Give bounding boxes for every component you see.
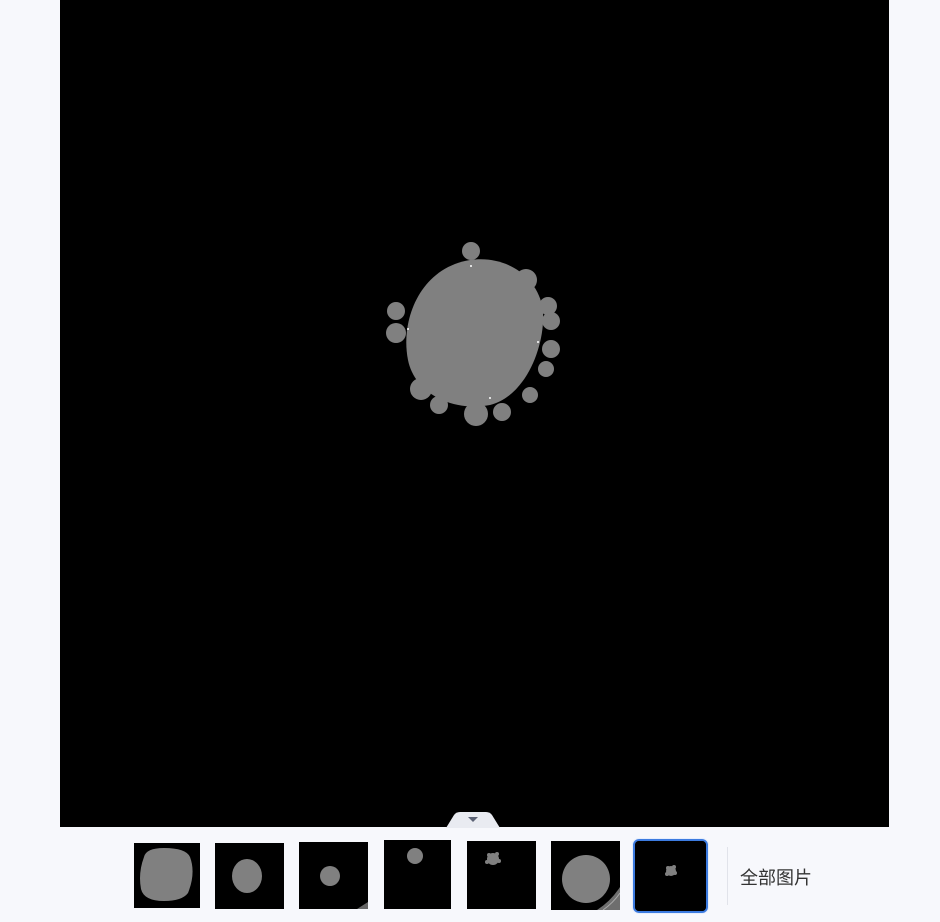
thumbnail-image — [299, 842, 368, 909]
thumbnail-image — [467, 841, 536, 909]
thumbnail-image — [215, 843, 284, 909]
thumbnail-3[interactable] — [299, 842, 368, 909]
segmentation-mask-image — [60, 0, 889, 827]
collapse-thumbnails-toggle[interactable] — [446, 812, 500, 828]
thumbnail-6[interactable] — [551, 841, 620, 910]
thumbnail-image — [384, 840, 451, 909]
thumbnail-image — [134, 843, 200, 908]
thumbnail-1[interactable] — [134, 843, 200, 908]
thumbnail-image — [551, 841, 620, 910]
thumbnail-image — [635, 841, 706, 911]
all-images-link[interactable]: 全部图片 — [740, 868, 812, 890]
thumbnail-5[interactable] — [467, 841, 536, 909]
thumbnail-7[interactable] — [633, 839, 708, 913]
divider — [727, 847, 728, 905]
thumbnail-4[interactable] — [384, 840, 451, 909]
main-image-viewer[interactable] — [60, 0, 889, 827]
thumbnail-2[interactable] — [215, 843, 284, 909]
